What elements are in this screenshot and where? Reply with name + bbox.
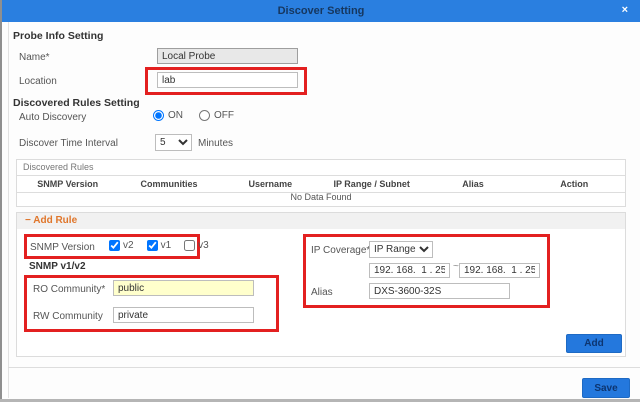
discovered-rules-table-header: SNMP Version Communities Username IP Ran… [17, 175, 625, 193]
interval-unit-label: Minutes [198, 138, 233, 149]
ro-community-label: RO Community* [33, 284, 105, 295]
discovered-rules-panel-title: Discovered Rules [23, 162, 94, 172]
location-field[interactable] [157, 72, 298, 88]
ip-range-from-field[interactable] [369, 263, 450, 278]
name-label: Name* [19, 52, 50, 63]
auto-on-label: ON [168, 110, 183, 121]
snmp-v2-checkbox[interactable] [109, 240, 120, 251]
ip-range-separator: ~ [453, 261, 459, 272]
auto-discovery-on-radio[interactable] [153, 110, 164, 121]
snmp-v3-checkbox[interactable] [184, 240, 195, 251]
interval-select[interactable]: 5 [155, 134, 192, 151]
ro-community-field[interactable] [113, 280, 254, 296]
add-rule-panel: − Add Rule SNMP Version v2 v1 v3 SNMP v1… [16, 212, 626, 357]
close-icon[interactable]: × [622, 3, 628, 17]
rw-community-field[interactable] [113, 307, 254, 323]
add-button[interactable]: Add [566, 334, 622, 353]
alias-field[interactable] [369, 283, 510, 299]
footer-divider [8, 367, 640, 368]
dialog-left-edge [0, 0, 2, 402]
rw-community-label: RW Community [33, 311, 103, 322]
add-rule-collapse-header[interactable]: − Add Rule [17, 213, 625, 229]
auto-off-label: OFF [214, 110, 234, 121]
column-header-snmp-version: SNMP Version [17, 176, 118, 192]
probe-info-section-title: Probe Info Setting [13, 30, 103, 42]
column-header-ip-range: IP Range / Subnet [321, 176, 422, 192]
ip-range-to-field[interactable] [459, 263, 540, 278]
interval-label: Discover Time Interval [19, 138, 118, 149]
auto-discovery-label: Auto Discovery [19, 112, 86, 123]
discover-setting-dialog: Discover Setting × Probe Info Setting Na… [0, 0, 640, 402]
column-header-alias: Alias [422, 176, 523, 192]
alias-label: Alias [311, 287, 333, 298]
snmp-version-label: SNMP Version [30, 242, 95, 253]
ip-coverage-type-select[interactable]: IP Range [369, 241, 433, 258]
snmp-v1-checkbox[interactable] [147, 240, 158, 251]
column-header-communities: Communities [118, 176, 219, 192]
rules-setting-section-title: Discovered Rules Setting [13, 97, 140, 109]
auto-discovery-radio-group: ON OFF [153, 110, 234, 121]
column-header-action: Action [524, 176, 625, 192]
snmp-v3-label: v3 [198, 240, 209, 251]
content-left-border [8, 22, 9, 398]
dialog-titlebar: Discover Setting × [2, 0, 640, 22]
snmp-version-checkbox-group: v2 v1 v3 [109, 240, 218, 251]
save-button[interactable]: Save [582, 378, 630, 398]
snmp-v2-label: v2 [123, 240, 134, 251]
snmp-v1v2-section-title: SNMP v1/v2 [29, 261, 86, 272]
column-header-username: Username [220, 176, 321, 192]
discovered-rules-panel: Discovered Rules SNMP Version Communitie… [16, 159, 626, 207]
table-empty-message: No Data Found [17, 192, 625, 202]
location-label: Location [19, 76, 57, 87]
ip-coverage-label: IP Coverage* [311, 245, 370, 256]
dialog-title: Discover Setting [278, 5, 365, 17]
name-field [157, 48, 298, 64]
auto-discovery-off-radio[interactable] [199, 110, 210, 121]
snmp-v1-label: v1 [161, 240, 172, 251]
